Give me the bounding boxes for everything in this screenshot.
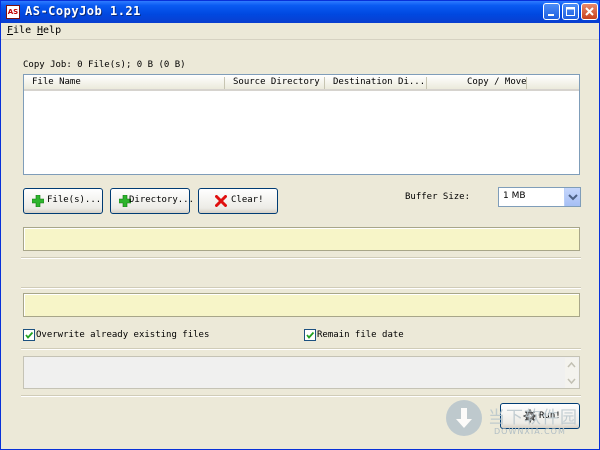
- status-log[interactable]: [23, 356, 580, 389]
- copy-job-summary: Copy Job: 0 File(s); 0 B (0 B): [23, 60, 186, 70]
- buffer-size-select[interactable]: 1 MB: [498, 187, 581, 207]
- remain-date-label[interactable]: Remain file date: [317, 330, 404, 340]
- column-divider[interactable]: [324, 77, 325, 89]
- menu-bar: File Help: [1, 23, 599, 40]
- file-list[interactable]: File Name Source Directory Destination D…: [23, 74, 580, 175]
- column-divider[interactable]: [426, 77, 427, 89]
- clear-button[interactable]: Clear!: [198, 188, 278, 214]
- close-button[interactable]: [581, 3, 598, 20]
- title-bar[interactable]: AS AS-CopyJob 1.21: [1, 1, 599, 23]
- column-source-directory[interactable]: Source Directory: [233, 77, 320, 87]
- menu-file[interactable]: File: [7, 25, 31, 36]
- divider: [21, 287, 581, 289]
- checkmark-icon: [306, 331, 315, 339]
- column-destination-directory[interactable]: Destination Di...: [333, 77, 425, 87]
- add-files-label: File(s)...: [47, 195, 102, 205]
- app-icon: AS: [6, 5, 20, 19]
- window-title: AS-CopyJob 1.21: [25, 4, 141, 18]
- app-window: AS AS-CopyJob 1.21 File Help Copy Job: 0…: [0, 0, 600, 450]
- column-divider[interactable]: [526, 77, 527, 89]
- divider: [21, 348, 581, 350]
- file-list-header: File Name Source Directory Destination D…: [24, 75, 579, 91]
- divider: [21, 395, 581, 397]
- close-icon: [585, 7, 594, 16]
- minimize-icon: [548, 14, 554, 16]
- maximize-button[interactable]: [562, 3, 579, 20]
- checkmark-icon: [25, 331, 34, 339]
- watermark-subtext: DOWNXIA.COM: [494, 427, 566, 436]
- column-file-name[interactable]: File Name: [32, 77, 81, 87]
- menu-help[interactable]: Help: [37, 25, 61, 36]
- vertical-scrollbar[interactable]: [565, 358, 578, 388]
- add-directory-label: Directory...: [129, 195, 195, 205]
- overwrite-checkbox[interactable]: [23, 329, 35, 341]
- watermark-text: 当下软件园: [488, 408, 578, 428]
- green-plus-icon: [32, 195, 44, 207]
- buffer-size-value: 1 MB: [503, 191, 526, 201]
- red-x-icon: [215, 195, 227, 207]
- maximize-icon: [566, 7, 575, 16]
- scroll-up-icon[interactable]: [566, 359, 577, 371]
- chevron-down-icon: [568, 194, 578, 201]
- column-copy-move[interactable]: Copy / Move: [467, 77, 527, 87]
- add-files-button[interactable]: File(s)...: [23, 188, 103, 214]
- clear-label: Clear!: [231, 195, 264, 205]
- remain-date-checkbox[interactable]: [304, 329, 316, 341]
- progress-bar-total: [23, 227, 580, 251]
- progress-bar-current: [23, 293, 580, 317]
- buffer-size-label: Buffer Size:: [405, 192, 471, 202]
- divider: [21, 257, 581, 259]
- overwrite-label[interactable]: Overwrite already existing files: [36, 330, 209, 340]
- scroll-down-icon[interactable]: [566, 375, 577, 387]
- minimize-button[interactable]: [543, 3, 560, 20]
- dropdown-button[interactable]: [564, 188, 580, 206]
- column-divider[interactable]: [224, 77, 225, 89]
- add-directory-button[interactable]: Directory...: [110, 188, 194, 214]
- watermark-download-icon: [446, 400, 482, 436]
